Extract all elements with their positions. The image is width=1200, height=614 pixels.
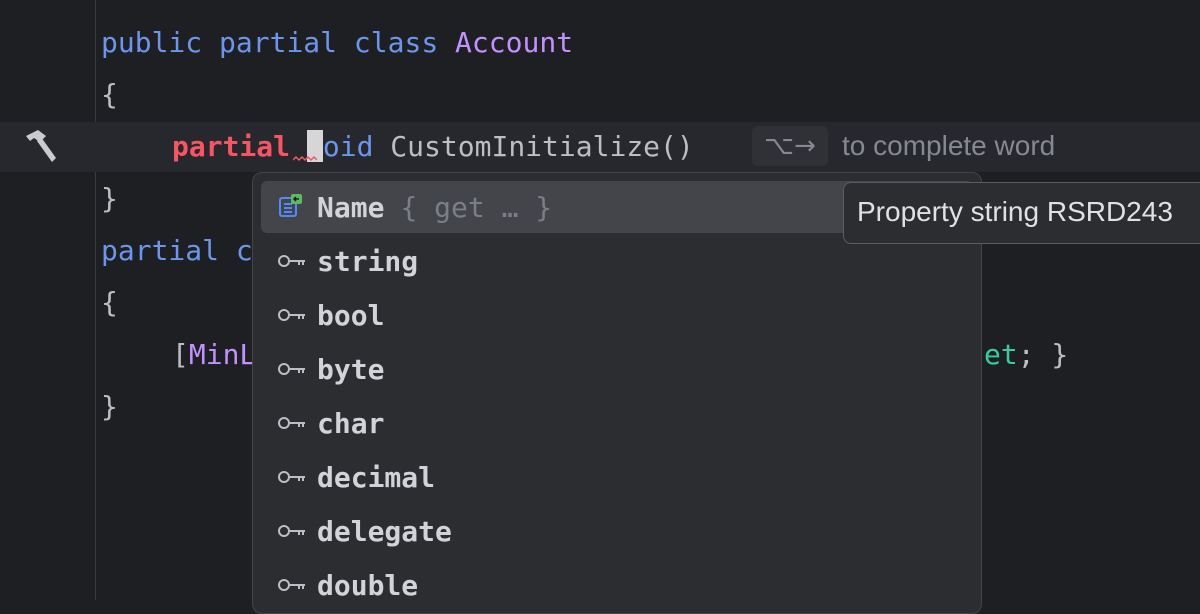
completion-item-decimal[interactable]: decimal — [261, 451, 973, 503]
shortcut-hint-key: ⌥→ — [752, 126, 828, 166]
keyword-icon — [261, 289, 317, 341]
completion-item-label: string — [317, 244, 419, 278]
keyword-icon — [261, 559, 317, 611]
code-line-6[interactable]: { — [101, 278, 118, 328]
completion-item-byte[interactable]: byte — [261, 343, 973, 395]
completion-item-label: byte — [317, 352, 385, 386]
completion-item-bool[interactable]: bool — [261, 289, 973, 341]
keyword-icon — [261, 397, 317, 449]
completion-item-label: double — [317, 568, 419, 602]
keyword-icon — [261, 235, 317, 287]
class-name: Account — [455, 26, 574, 59]
keyword-fragment: c — [219, 234, 253, 267]
property-icon — [261, 181, 317, 233]
keyword-icon — [261, 451, 317, 503]
completion-item-char[interactable]: char — [261, 397, 973, 449]
error-squiggle — [293, 156, 317, 162]
closing-token: ; } — [1017, 338, 1069, 371]
completion-item-tail: { get … } — [400, 190, 553, 224]
shortcut-hint-text: to complete word — [842, 130, 1056, 161]
method-signature: CustomInitialize() — [373, 130, 694, 163]
code-line-8[interactable]: } — [101, 382, 118, 432]
hammer-icon[interactable] — [20, 128, 60, 164]
code-line-3[interactable]: partial oid CustomInitialize() — [172, 122, 694, 172]
code-line-4[interactable]: } — [101, 174, 118, 224]
documentation-tooltip: Property string RSRD243 — [843, 182, 1200, 244]
attribute-name: MinL — [188, 338, 257, 371]
completion-item-label: bool — [317, 298, 385, 332]
keyword-icon — [261, 505, 317, 557]
completion-item-delegate[interactable]: delegate — [261, 505, 973, 557]
completion-item-label: Name — [317, 190, 385, 224]
code-line-7[interactable]: [MinL — [172, 330, 256, 380]
code-line-5[interactable]: partial c — [101, 226, 253, 276]
code-line-7-tail[interactable]: et; } — [984, 330, 1068, 380]
code-line-2[interactable]: { — [101, 70, 118, 120]
bracket: [ — [172, 338, 189, 371]
keyword-fragment: oid — [322, 130, 374, 163]
keyword: public — [101, 26, 203, 59]
gutter-divider — [95, 0, 96, 600]
keyword-icon — [261, 343, 317, 395]
completion-item-label: decimal — [317, 460, 436, 494]
keyword: class — [353, 26, 439, 59]
completion-item-label: char — [317, 406, 385, 440]
accessor-fragment: et — [984, 338, 1018, 371]
completion-item-label: delegate — [317, 514, 452, 548]
keyword: partial — [219, 26, 338, 59]
keyword: partial — [101, 234, 220, 267]
code-line-1[interactable]: public partial class Account — [101, 18, 573, 68]
completion-item-double[interactable]: double — [261, 559, 973, 611]
error-keyword: partial — [172, 130, 291, 163]
